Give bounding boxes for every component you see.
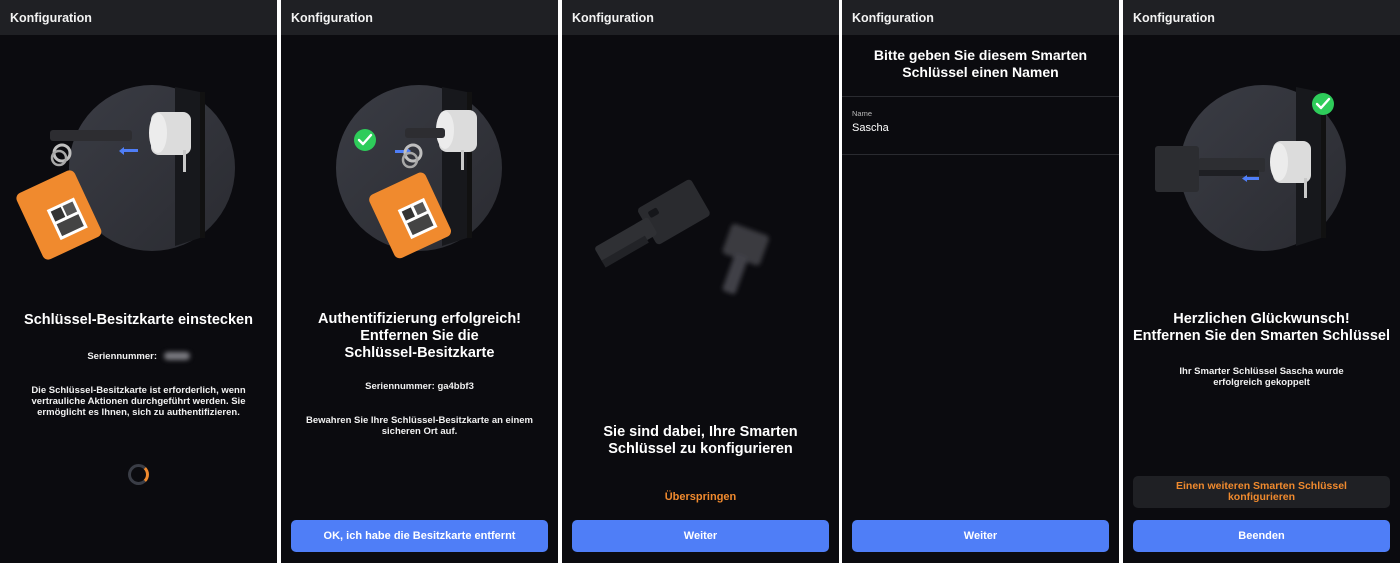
title-line-2: Schlüssel einen Namen xyxy=(902,64,1059,80)
title-line-2: Schlüssel zu konfigurieren xyxy=(608,441,793,457)
key-inserted-illustration xyxy=(1155,85,1346,251)
success-text: Ihr Smarter Schlüssel Sascha wurde erfol… xyxy=(1179,366,1344,388)
configure-another-key-button[interactable]: Einen weiteren Smarten Schlüssel konfigu… xyxy=(1133,476,1390,508)
card-removed-button[interactable]: OK, ich habe die Besitzkarte entfernt xyxy=(291,520,548,552)
title-line-1: Herzlichen Glückwunsch! xyxy=(1173,311,1350,327)
serial-row: Seriennummer: xyxy=(0,351,277,362)
title-line-2: Entfernen Sie den Smarten Schlüssel xyxy=(1132,328,1391,344)
screen-title: Sie sind dabei, Ihre Smarten Schlüssel z… xyxy=(562,424,839,458)
check-icon xyxy=(1312,93,1334,115)
next-button[interactable]: Weiter xyxy=(852,520,1109,552)
title-line-1: Sie sind dabei, Ihre Smarten xyxy=(603,424,798,440)
finish-button[interactable]: Beenden xyxy=(1133,520,1390,552)
screen-title: Authentifizierung erfolgreich! Entfernen… xyxy=(281,311,558,362)
screen-title: Bitte geben Sie diesem Smarten Schlüssel… xyxy=(842,47,1119,81)
key-icon xyxy=(722,223,769,295)
insert-card-illustration xyxy=(16,85,235,260)
serial-value: ga4bbf3 xyxy=(437,381,474,392)
title-line-3: Schlüssel-Besitzkarte xyxy=(344,345,495,361)
remove-card-illustration xyxy=(336,85,502,259)
info-text: Bewahren Sie Ihre Schlüssel-Besitzkarte … xyxy=(305,415,534,437)
title-line-1: Bitte geben Sie diesem Smarten xyxy=(873,47,1088,63)
screen-insert-card: Konfiguration Schlüssel-Besitzkarte eins… xyxy=(0,0,277,563)
skip-link[interactable]: Überspringen xyxy=(562,491,839,503)
title-line-2: Entfernen Sie die xyxy=(360,328,479,344)
serial-label: Seriennummer: xyxy=(87,351,158,362)
divider xyxy=(842,154,1119,155)
configuration-screens: Konfiguration Schlüssel-Besitzkarte eins… xyxy=(0,0,1400,563)
name-field-label: Name xyxy=(852,109,873,118)
screen-title: Schlüssel-Besitzkarte einstecken xyxy=(24,312,253,328)
loading-spinner-icon xyxy=(128,464,149,485)
screen-name-key: Konfiguration Bitte geben Sie diesem Sma… xyxy=(842,0,1119,563)
check-icon xyxy=(354,129,376,151)
serial-row: Seriennummer: ga4bbf3 xyxy=(281,381,558,392)
info-text: Die Schlüssel-Besitzkarte ist erforderli… xyxy=(31,385,246,418)
key-icon xyxy=(595,179,710,268)
serial-label: Seriennummer: xyxy=(365,381,435,392)
screen-congratulations: Konfiguration Herzlichen Glückwunsch! En… xyxy=(1123,0,1400,563)
screen-auth-success: Konfiguration Authentifizierung erfolgre… xyxy=(281,0,558,563)
serial-value-redacted xyxy=(163,352,190,361)
screen-title: Herzlichen Glückwunsch! Entfernen Sie de… xyxy=(1123,311,1400,345)
screen-configure-keys: Konfiguration Sie sind dabei, Ihre Smart… xyxy=(562,0,839,563)
header-title: Konfiguration xyxy=(842,0,1119,35)
next-button[interactable]: Weiter xyxy=(572,520,829,552)
divider xyxy=(842,96,1119,97)
smart-keys-illustration xyxy=(595,179,769,295)
title-line-1: Authentifizierung erfolgreich! xyxy=(318,311,521,327)
name-input[interactable]: Sascha xyxy=(852,122,889,134)
